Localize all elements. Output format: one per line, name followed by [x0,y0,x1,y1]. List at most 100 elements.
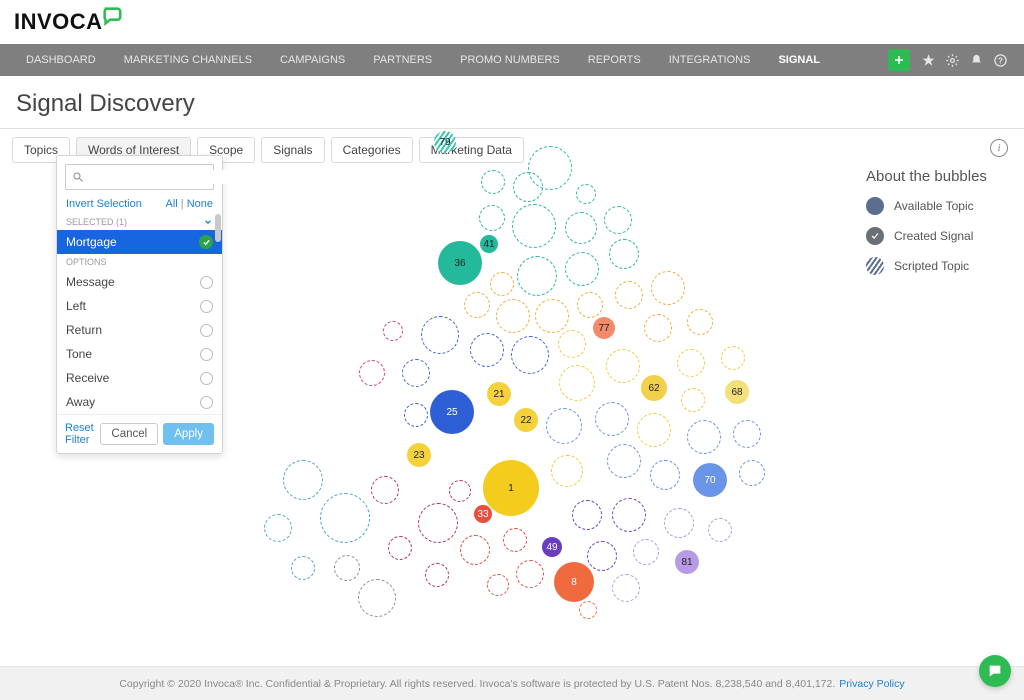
bubble-empty[interactable] [512,204,556,248]
info-icon[interactable]: i [990,139,1008,157]
bubble-empty[interactable] [481,170,505,194]
option-message[interactable]: Message [57,270,222,294]
bubble-79[interactable]: 79 [434,131,456,153]
bubble-49[interactable]: 49 [542,537,562,557]
bubble-21[interactable]: 21 [487,382,511,406]
bubble-empty[interactable] [572,500,602,530]
bubble-empty[interactable] [637,413,671,447]
bubble-empty[interactable] [546,408,582,444]
add-button[interactable] [888,49,910,71]
bubble-empty[interactable] [496,299,530,333]
bubble-empty[interactable] [733,420,761,448]
bubble-81[interactable]: 81 [675,550,699,574]
bubble-8[interactable]: 8 [554,562,594,602]
bubble-empty[interactable] [565,212,597,244]
gear-icon[interactable] [940,48,964,72]
scrollbar-thumb[interactable] [215,214,221,242]
bubble-empty[interactable] [565,252,599,286]
bubble-empty[interactable] [470,333,504,367]
bubble-empty[interactable] [651,271,685,305]
reset-filter-link[interactable]: Reset Filter [65,422,95,446]
bubble-empty[interactable] [687,420,721,454]
bubble-empty[interactable] [587,541,617,571]
bubble-empty[interactable] [681,388,705,412]
bubble-empty[interactable] [460,535,490,565]
bubble-empty[interactable] [577,292,603,318]
bubble-empty[interactable] [449,480,471,502]
bubble-41[interactable]: 41 [480,235,498,253]
nav-item-dashboard[interactable]: DASHBOARD [12,54,110,66]
option-return[interactable]: Return [57,318,222,342]
bubble-empty[interactable] [418,503,458,543]
bubble-empty[interactable] [708,518,732,542]
bubble-empty[interactable] [359,360,385,386]
bubble-empty[interactable] [528,146,572,190]
bell-icon[interactable] [964,48,988,72]
nav-item-partners[interactable]: PARTNERS [359,54,446,66]
bubble-chart[interactable]: 794136772521226268231337049818 [230,130,860,650]
bubble-empty[interactable] [291,556,315,580]
bubble-empty[interactable] [371,476,399,504]
chat-fab[interactable] [979,655,1011,687]
nav-item-marketing-channels[interactable]: MARKETING CHANNELS [110,54,266,66]
bubble-empty[interactable] [511,336,549,374]
bubble-empty[interactable] [604,206,632,234]
bubble-empty[interactable] [612,574,640,602]
bubble-70[interactable]: 70 [693,463,727,497]
bubble-empty[interactable] [503,528,527,552]
option-left[interactable]: Left [57,294,222,318]
bubble-empty[interactable] [721,346,745,370]
search-input[interactable] [88,170,243,184]
select-all-link[interactable]: All [165,198,177,210]
bubble-empty[interactable] [388,536,412,560]
apply-button[interactable]: Apply [163,423,214,445]
nav-item-campaigns[interactable]: CAMPAIGNS [266,54,359,66]
nav-item-integrations[interactable]: INTEGRATIONS [655,54,765,66]
bubble-empty[interactable] [677,349,705,377]
bubble-empty[interactable] [650,460,680,490]
star-icon[interactable] [916,48,940,72]
bubble-empty[interactable] [644,314,672,342]
bubble-empty[interactable] [664,508,694,538]
bubble-empty[interactable] [551,455,583,487]
bubble-empty[interactable] [576,184,596,204]
bubble-68[interactable]: 68 [725,380,749,404]
invert-selection-link[interactable]: Invert Selection [66,198,142,210]
bubble-empty[interactable] [358,579,396,617]
bubble-empty[interactable] [559,365,595,401]
bubble-23[interactable]: 23 [407,443,431,467]
bubble-empty[interactable] [487,574,509,596]
bubble-empty[interactable] [402,359,430,387]
nav-item-signal[interactable]: SIGNAL [764,54,834,66]
bubble-empty[interactable] [479,205,505,231]
bubble-empty[interactable] [606,349,640,383]
bubble-empty[interactable] [558,330,586,358]
bubble-empty[interactable] [334,555,360,581]
help-icon[interactable]: ? [988,48,1012,72]
option-tone[interactable]: Tone [57,342,222,366]
nav-item-promo-numbers[interactable]: PROMO NUMBERS [446,54,574,66]
bubble-empty[interactable] [687,309,713,335]
bubble-1[interactable]: 1 [483,460,539,516]
bubble-empty[interactable] [609,239,639,269]
bubble-empty[interactable] [421,316,459,354]
bubble-empty[interactable] [383,321,403,341]
bubble-empty[interactable] [517,256,557,296]
bubble-empty[interactable] [516,560,544,588]
bubble-empty[interactable] [490,272,514,296]
bubble-empty[interactable] [264,514,292,542]
bubble-empty[interactable] [579,601,597,619]
bubble-36[interactable]: 36 [438,241,482,285]
selected-section-header[interactable]: SELECTED (1) [57,214,222,230]
bubble-empty[interactable] [283,460,323,500]
bubble-22[interactable]: 22 [514,408,538,432]
bubble-empty[interactable] [607,444,641,478]
select-none-link[interactable]: None [187,198,213,210]
selected-option-mortgage[interactable]: Mortgage [57,230,222,254]
bubble-empty[interactable] [535,299,569,333]
bubble-empty[interactable] [615,281,643,309]
bubble-empty[interactable] [612,498,646,532]
bubble-empty[interactable] [404,403,428,427]
bubble-62[interactable]: 62 [641,375,667,401]
privacy-policy-link[interactable]: Privacy Policy [839,678,904,690]
